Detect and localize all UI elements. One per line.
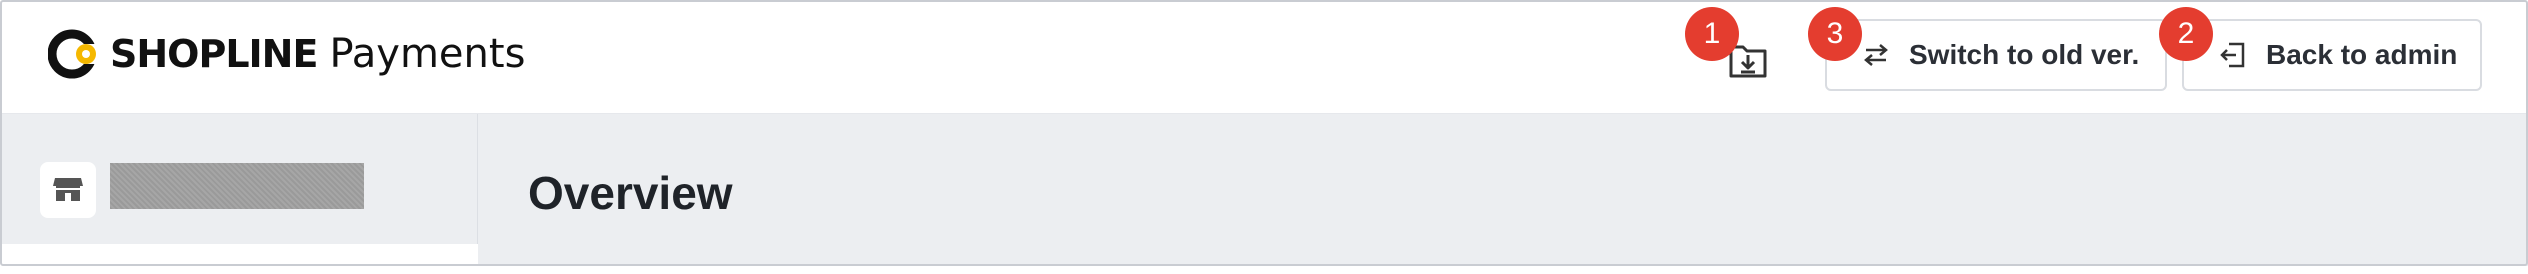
brand-name: SHOPLINE <box>110 32 318 76</box>
annotation-badge-1: 1 <box>1685 7 1739 61</box>
back-button-label: Back to admin <box>2266 39 2458 70</box>
annotation-badge-2: 2 <box>2159 7 2213 61</box>
top-header: SHOPLINE Payments Switch to old ver. Bac… <box>0 0 2528 114</box>
brand-logo[interactable]: SHOPLINE Payments <box>48 26 525 82</box>
exit-to-left-icon <box>2218 40 2248 70</box>
switch-old-version-button[interactable]: Switch to old ver. <box>1825 19 2167 91</box>
sidebar <box>0 114 478 274</box>
store-name-redacted[interactable] <box>110 163 364 209</box>
back-to-admin-button[interactable]: Back to admin <box>2182 19 2482 91</box>
swap-arrows-icon <box>1861 40 1891 70</box>
store-icon[interactable] <box>40 162 96 218</box>
shopline-logo-icon <box>48 29 100 79</box>
annotation-badge-3: 3 <box>1808 7 1862 61</box>
product-name: Payments <box>329 31 526 77</box>
sidebar-menu-area <box>0 244 478 274</box>
page-title: Overview <box>528 167 733 219</box>
switch-button-label: Switch to old ver. <box>1909 39 2140 70</box>
main-content: Overview <box>478 114 2528 266</box>
